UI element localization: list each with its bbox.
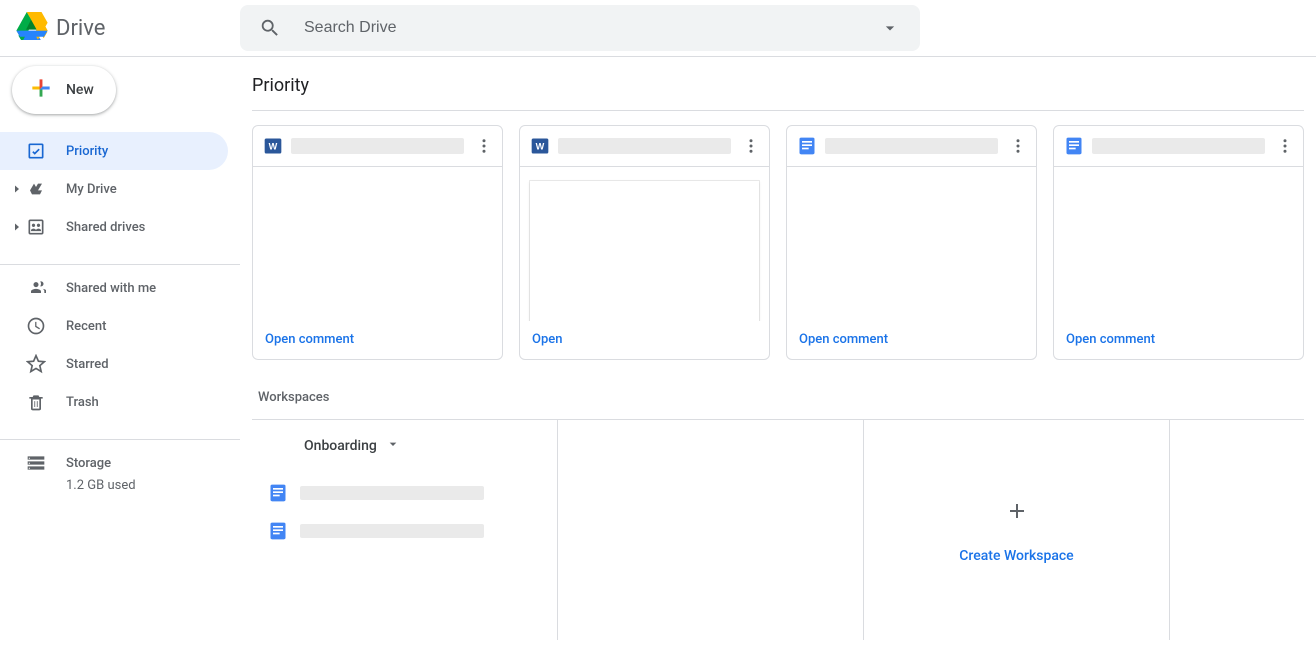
svg-text:W: W	[269, 141, 278, 151]
sidebar-item-label: Shared drives	[66, 220, 145, 235]
create-workspace-label[interactable]: Create Workspace	[959, 548, 1073, 564]
docs-icon	[268, 483, 288, 503]
card-header	[787, 126, 1036, 167]
sidebar-item-storage[interactable]: Storage	[0, 444, 240, 482]
workspace-name-label: Onboarding	[304, 438, 377, 454]
star-icon	[26, 354, 46, 374]
priority-card[interactable]: Open comment	[1053, 125, 1304, 360]
workspace-file[interactable]	[264, 512, 549, 550]
main-content: Priority W Open comment W Open Open comment O…	[240, 57, 1316, 651]
card-preview[interactable]	[253, 167, 502, 321]
search-options-button[interactable]	[870, 8, 910, 48]
card-preview[interactable]	[787, 167, 1036, 321]
logo-area[interactable]: Drive	[16, 12, 240, 44]
card-header	[1054, 126, 1303, 167]
sidebar-item-starred[interactable]: Starred	[0, 345, 240, 383]
app-header: Drive	[0, 0, 1316, 57]
card-footer: Open comment	[1054, 321, 1303, 359]
card-footer: Open comment	[787, 321, 1036, 359]
new-button-label: New	[66, 82, 94, 98]
recent-icon	[26, 316, 46, 336]
sidebar-item-label: My Drive	[66, 182, 117, 197]
word-icon: W	[263, 136, 283, 156]
word-icon: W	[530, 136, 550, 156]
card-title-placeholder	[291, 138, 464, 154]
workspace-panel: Onboarding	[252, 420, 558, 640]
workspaces-row: Onboarding Create Workspace	[252, 419, 1304, 640]
card-action-link[interactable]: Open comment	[799, 332, 888, 347]
priority-card[interactable]: W Open	[519, 125, 770, 360]
card-header: W	[520, 126, 769, 167]
sidebar-item-label: Storage	[66, 456, 111, 471]
page-title: Priority	[252, 69, 1304, 111]
trash-icon	[26, 392, 46, 412]
search-input[interactable]	[304, 19, 870, 37]
sidebar-item-label: Starred	[66, 357, 109, 372]
sidebar: New Priority My Drive Sha	[0, 57, 240, 651]
drive-logo-icon	[16, 12, 48, 44]
sidebar-item-my-drive[interactable]: My Drive	[0, 170, 240, 208]
sidebar-item-trash[interactable]: Trash	[0, 383, 240, 421]
sidebar-item-shared-drives[interactable]: Shared drives	[0, 208, 240, 246]
shared-with-me-icon	[26, 278, 46, 298]
sidebar-item-priority[interactable]: Priority	[0, 132, 228, 170]
docs-icon	[797, 136, 817, 156]
card-preview[interactable]	[520, 167, 769, 321]
card-footer: Open comment	[253, 321, 502, 359]
sidebar-item-shared-with-me[interactable]: Shared with me	[0, 269, 240, 307]
card-more-button[interactable]	[1006, 134, 1030, 158]
priority-cards-row: W Open comment W Open Open comment Open comme…	[252, 125, 1304, 360]
file-name-placeholder	[300, 486, 484, 500]
priority-card[interactable]: Open comment	[786, 125, 1037, 360]
sidebar-item-label: Priority	[66, 144, 108, 159]
sidebar-item-label: Shared with me	[66, 281, 156, 296]
card-title-placeholder	[558, 138, 731, 154]
storage-icon	[26, 453, 46, 473]
docs-icon	[1064, 136, 1084, 156]
chevron-down-icon	[385, 436, 401, 456]
sidebar-item-label: Recent	[66, 319, 106, 334]
chevron-right-icon[interactable]	[8, 183, 26, 195]
priority-card[interactable]: W Open comment	[252, 125, 503, 360]
card-footer: Open	[520, 321, 769, 359]
chevron-right-icon[interactable]	[8, 221, 26, 233]
card-more-button[interactable]	[1273, 134, 1297, 158]
card-more-button[interactable]	[472, 134, 496, 158]
card-header: W	[253, 126, 502, 167]
create-workspace-panel[interactable]: Create Workspace	[864, 420, 1170, 640]
search-bar[interactable]	[240, 5, 920, 51]
card-preview[interactable]	[1054, 167, 1303, 321]
workspace-file[interactable]	[264, 474, 549, 512]
sidebar-item-recent[interactable]: Recent	[0, 307, 240, 345]
card-action-link[interactable]: Open comment	[1066, 332, 1155, 347]
shared-drives-icon	[26, 217, 46, 237]
workspace-name-dropdown[interactable]: Onboarding	[304, 436, 549, 456]
workspace-panel-empty	[558, 420, 864, 640]
new-button[interactable]: New	[12, 66, 116, 114]
card-title-placeholder	[1092, 138, 1265, 154]
docs-icon	[268, 521, 288, 541]
svg-text:W: W	[536, 141, 545, 151]
app-name: Drive	[56, 16, 105, 41]
sidebar-item-label: Trash	[66, 395, 99, 410]
card-action-link[interactable]: Open comment	[265, 332, 354, 347]
card-more-button[interactable]	[739, 134, 763, 158]
priority-icon	[26, 141, 46, 161]
file-name-placeholder	[300, 524, 484, 538]
card-title-placeholder	[825, 138, 998, 154]
plus-icon	[28, 75, 54, 105]
workspaces-heading: Workspaces	[258, 390, 1304, 405]
card-action-link[interactable]: Open	[532, 332, 562, 347]
plus-icon[interactable]	[1005, 497, 1029, 530]
my-drive-icon	[26, 179, 46, 199]
search-icon[interactable]	[250, 8, 290, 48]
